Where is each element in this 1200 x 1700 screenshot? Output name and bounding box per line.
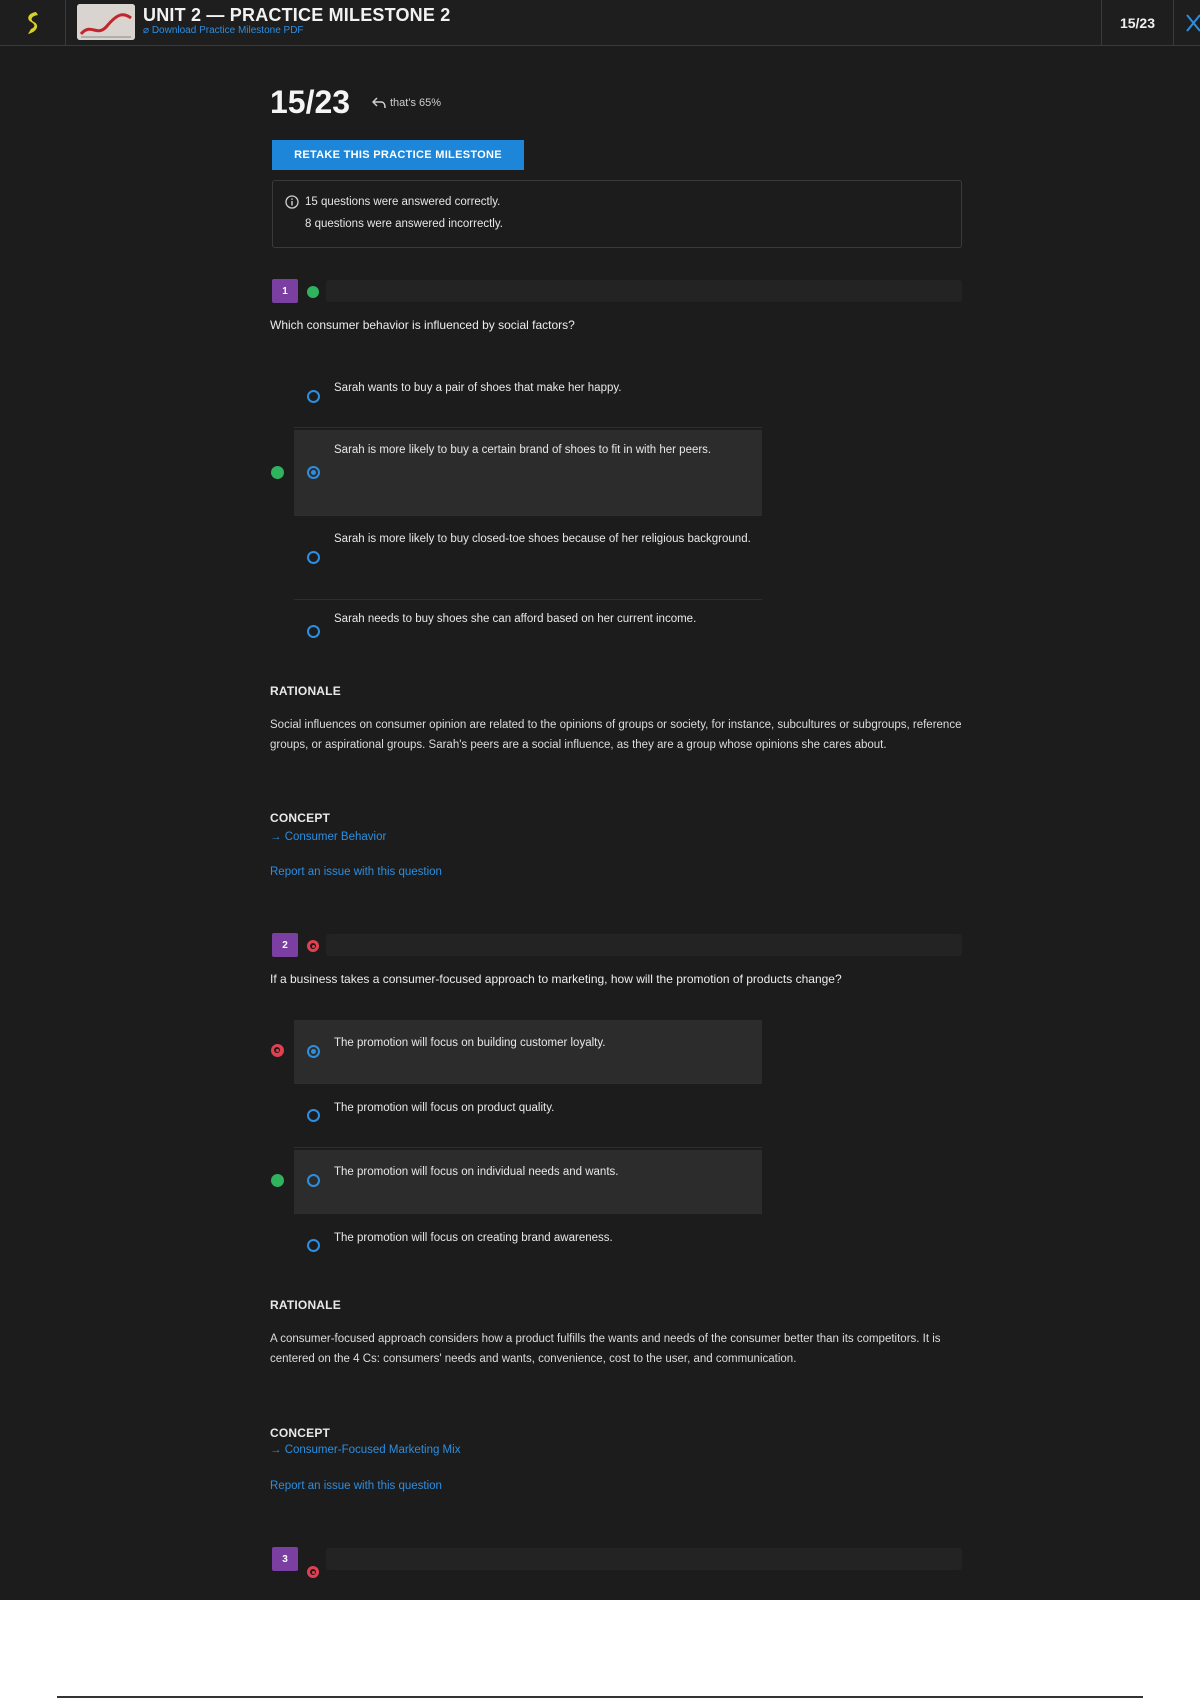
results-summary-box: 15 questions were answered correctly. 8 …	[272, 180, 962, 248]
correct-status-icon	[307, 286, 319, 298]
radio-button[interactable]	[307, 1239, 320, 1252]
info-icon	[285, 195, 299, 209]
question-header-bar	[326, 280, 962, 302]
answer-option-text: Sarah needs to buy shoes she can afford …	[334, 613, 697, 625]
share-icon	[372, 97, 386, 109]
thumbnail-graph-icon	[77, 4, 135, 40]
answer-option-text: The promotion will focus on individual n…	[334, 1166, 619, 1178]
radio-button[interactable]	[307, 551, 320, 564]
close-icon	[1186, 14, 1200, 32]
answer-option-text: The promotion will focus on creating bra…	[334, 1232, 613, 1244]
incorrect-answer-marker	[271, 1044, 284, 1057]
answer-option[interactable]: Sarah wants to buy a pair of shoes that …	[294, 366, 762, 428]
incorrect-status-icon	[307, 1566, 319, 1578]
incorrect-status-icon	[307, 940, 319, 952]
answer-option[interactable]: Sarah needs to buy shoes she can afford …	[294, 602, 762, 662]
unit-title: UNIT 2 — PRACTICE MILESTONE 2	[143, 5, 451, 25]
rationale-text: Social influences on consumer opinion ar…	[270, 719, 962, 751]
answer-option[interactable]: The promotion will focus on product qual…	[294, 1086, 762, 1148]
paperclip-icon: ⌀	[143, 25, 152, 36]
question-text: Which consumer behavior is influenced by…	[270, 318, 575, 332]
header-score: 15/23	[1101, 0, 1174, 46]
answer-option[interactable]: The promotion will focus on creating bra…	[294, 1216, 762, 1278]
correct-count-text: 15 questions were answered correctly.	[305, 196, 501, 208]
radio-button-selected[interactable]	[307, 466, 320, 479]
share-label: that's 65%	[390, 97, 442, 109]
rationale-heading: RATIONALE	[270, 684, 341, 698]
answer-option[interactable]: Sarah is more likely to buy closed-toe s…	[294, 518, 762, 600]
top-bar: UNIT 2 — PRACTICE MILESTONE 2 ⌀ Download…	[0, 0, 1200, 46]
correct-answer-marker	[271, 1174, 284, 1187]
question-number-badge: 1	[272, 279, 298, 303]
concept-link[interactable]: → Consumer-Focused Marketing Mix	[270, 1444, 460, 1456]
logo-cell[interactable]	[0, 0, 66, 46]
close-button[interactable]	[1176, 0, 1200, 46]
question-number-badge: 3	[272, 1547, 298, 1571]
question-number-badge: 2	[272, 933, 298, 957]
radio-button-selected[interactable]	[307, 1045, 320, 1058]
rationale-heading: RATIONALE	[270, 1298, 341, 1312]
sophia-logo-icon	[27, 12, 38, 34]
answer-option-text: The promotion will focus on building cus…	[334, 1037, 606, 1049]
retake-button[interactable]: RETAKE THIS PRACTICE MILESTONE	[272, 140, 524, 170]
page-divider	[57, 1696, 1143, 1698]
answer-option-selected[interactable]: The promotion will focus on building cus…	[294, 1020, 762, 1084]
concept-link[interactable]: → Consumer Behavior	[270, 831, 386, 843]
share-score[interactable]: that's 65%	[372, 97, 441, 109]
answer-option-text: Sarah wants to buy a pair of shoes that …	[334, 382, 622, 394]
question-header-bar	[326, 1548, 962, 1570]
milestone-thumbnail	[77, 4, 135, 40]
answer-option[interactable]: The promotion will focus on individual n…	[294, 1150, 762, 1214]
answer-option-text: The promotion will focus on product qual…	[334, 1102, 555, 1114]
report-issue-link[interactable]: Report an issue with this question	[270, 1480, 442, 1492]
download-pdf-label: Download Practice Milestone PDF	[151, 25, 304, 36]
radio-button[interactable]	[307, 1174, 320, 1187]
report-issue-link[interactable]: Report an issue with this question	[270, 866, 442, 878]
rationale-text: A consumer-focused approach considers ho…	[270, 1333, 941, 1365]
concept-heading: CONCEPT	[270, 811, 331, 825]
radio-button[interactable]	[307, 390, 320, 403]
score-heading: 15/23	[270, 84, 351, 120]
radio-button[interactable]	[307, 625, 320, 638]
incorrect-count-text: 8 questions were answered incorrectly.	[305, 218, 503, 230]
concept-heading: CONCEPT	[270, 1426, 331, 1440]
answer-option-text: Sarah is more likely to buy closed-toe s…	[334, 533, 751, 545]
question-header-bar	[326, 934, 962, 956]
correct-answer-marker	[271, 466, 284, 479]
app-window: UNIT 2 — PRACTICE MILESTONE 2 ⌀ Download…	[0, 0, 1200, 1600]
answer-option-text: Sarah is more likely to buy a certain br…	[334, 444, 712, 456]
radio-button[interactable]	[307, 1109, 320, 1122]
download-pdf-link[interactable]: ⌀ Download Practice Milestone PDF	[143, 25, 304, 36]
question-text: If a business takes a consumer-focused a…	[270, 972, 842, 986]
answer-option-selected[interactable]: Sarah is more likely to buy a certain br…	[294, 430, 762, 516]
